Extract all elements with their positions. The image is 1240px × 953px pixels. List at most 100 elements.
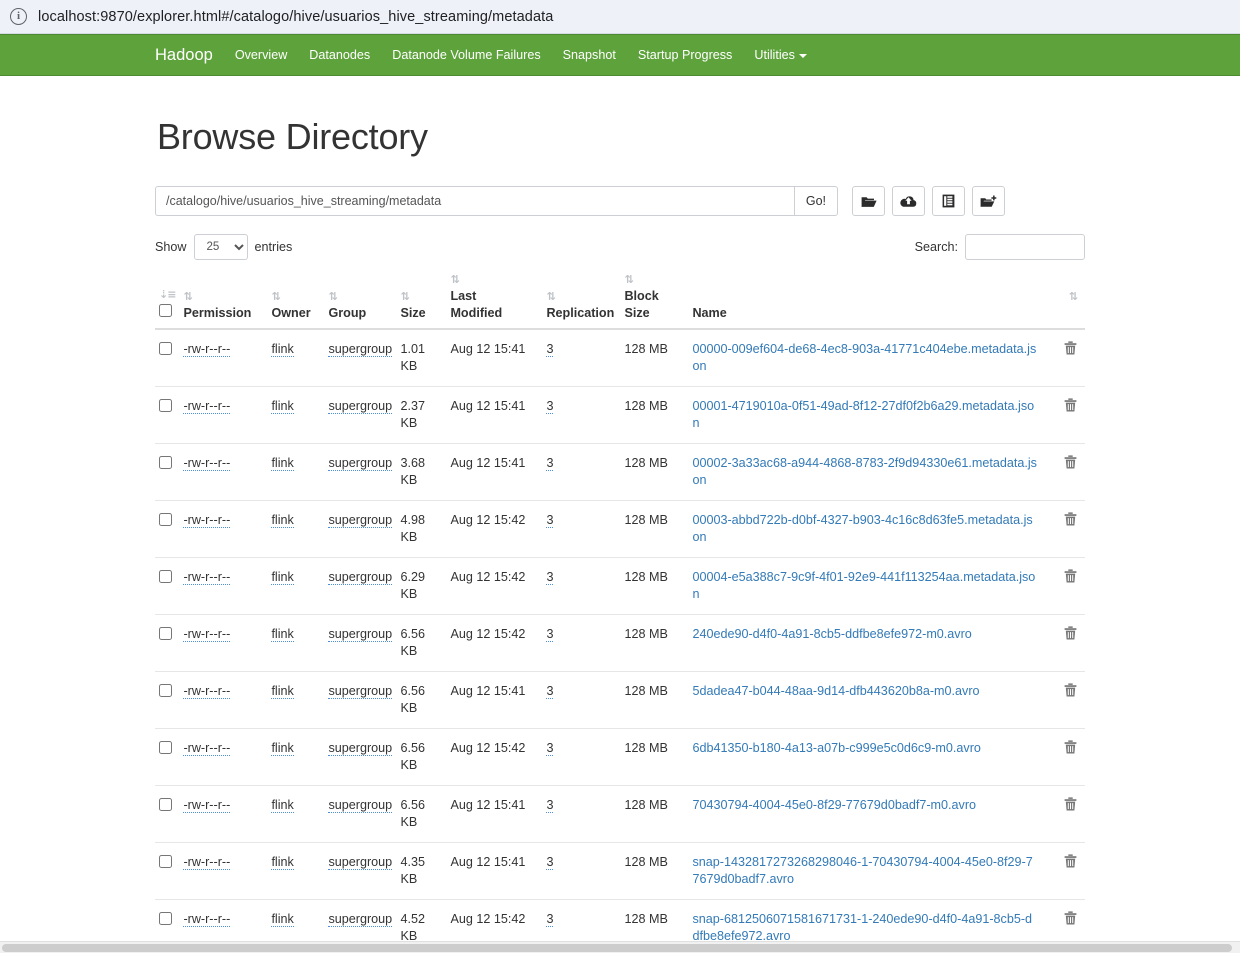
group-value[interactable]: supergroup: [328, 456, 393, 472]
url-text[interactable]: localhost:9870/explorer.html#/catalogo/h…: [38, 9, 553, 25]
file-name-link[interactable]: 240ede90-d4f0-4a91-8cb5-ddfbe8efe972-m0.…: [692, 627, 971, 641]
nav-link-overview[interactable]: Overview: [235, 48, 287, 62]
replication-value[interactable]: 3: [546, 912, 554, 928]
column-header-last-modified[interactable]: ⇅ Last Modified: [450, 272, 547, 331]
delete-file-button[interactable]: [1064, 683, 1077, 702]
row-checkbox[interactable]: [159, 513, 172, 527]
owner-value[interactable]: flink: [271, 513, 294, 529]
row-checkbox[interactable]: [159, 570, 172, 584]
column-header-actions[interactable]: ⇅: [1047, 272, 1085, 331]
select-all-checkbox[interactable]: [159, 303, 172, 317]
delete-file-button[interactable]: [1064, 512, 1077, 531]
nav-link-utilities[interactable]: Utilities: [754, 48, 807, 62]
delete-file-button[interactable]: [1064, 569, 1077, 588]
row-checkbox[interactable]: [159, 741, 172, 755]
row-checkbox[interactable]: [159, 399, 172, 413]
replication-value[interactable]: 3: [546, 456, 554, 472]
permission-value[interactable]: -rw-r--r--: [183, 513, 231, 529]
nav-link-startup-progress[interactable]: Startup Progress: [638, 48, 733, 62]
search-input[interactable]: [965, 234, 1085, 260]
permission-value[interactable]: -rw-r--r--: [183, 342, 231, 358]
row-checkbox[interactable]: [159, 855, 172, 869]
delete-file-button[interactable]: [1064, 740, 1077, 759]
permission-value[interactable]: -rw-r--r--: [183, 912, 231, 928]
permission-value[interactable]: -rw-r--r--: [183, 399, 231, 415]
delete-file-button[interactable]: [1064, 911, 1077, 930]
replication-value[interactable]: 3: [546, 684, 554, 700]
delete-file-button[interactable]: [1064, 398, 1077, 417]
replication-value[interactable]: 3: [546, 513, 554, 529]
group-value[interactable]: supergroup: [328, 342, 393, 358]
navbar-brand[interactable]: Hadoop: [155, 46, 213, 65]
delete-file-button[interactable]: [1064, 341, 1077, 360]
horizontal-scrollbar[interactable]: [0, 941, 1240, 953]
column-header-block-size[interactable]: ⇅ Block Size: [624, 272, 693, 331]
page-length-select[interactable]: 2550100: [193, 234, 248, 260]
file-name-link[interactable]: 00003-abbd722b-d0bf-4327-b903-4c16c8d63f…: [692, 513, 1032, 544]
replication-value[interactable]: 3: [546, 342, 554, 358]
nav-link-snapshot[interactable]: Snapshot: [563, 48, 616, 62]
permission-value[interactable]: -rw-r--r--: [183, 684, 231, 700]
group-value[interactable]: supergroup: [328, 399, 393, 415]
replication-value[interactable]: 3: [546, 741, 554, 757]
delete-file-button[interactable]: [1064, 797, 1077, 816]
path-input[interactable]: [155, 186, 794, 216]
replication-value[interactable]: 3: [546, 627, 554, 643]
group-value[interactable]: supergroup: [328, 684, 393, 700]
group-value[interactable]: supergroup: [328, 570, 393, 586]
owner-value[interactable]: flink: [271, 399, 294, 415]
column-header-permission[interactable]: ⇅ Permission: [183, 272, 272, 331]
row-checkbox[interactable]: [159, 456, 172, 470]
file-name-link[interactable]: snap-1432817273268298046-1-70430794-4004…: [692, 855, 1032, 886]
group-value[interactable]: supergroup: [328, 855, 393, 871]
nav-link-datanode-volume-failures[interactable]: Datanode Volume Failures: [392, 48, 540, 62]
column-header-replication[interactable]: ⇅ Replication: [546, 272, 625, 331]
group-value[interactable]: supergroup: [328, 741, 393, 757]
delete-file-button[interactable]: [1064, 854, 1077, 873]
permission-value[interactable]: -rw-r--r--: [183, 627, 231, 643]
info-circle-icon[interactable]: i: [10, 8, 27, 25]
permission-value[interactable]: -rw-r--r--: [183, 570, 231, 586]
row-checkbox[interactable]: [159, 912, 172, 926]
file-name-link[interactable]: 70430794-4004-45e0-8f29-77679d0badf7-m0.…: [692, 798, 976, 812]
new-folder-icon-button[interactable]: [972, 186, 1005, 216]
file-name-link[interactable]: 00000-009ef604-de68-4ec8-903a-41771c404e…: [692, 342, 1036, 373]
row-checkbox[interactable]: [159, 684, 172, 698]
owner-value[interactable]: flink: [271, 342, 294, 358]
column-header-group[interactable]: ⇅ Group: [328, 272, 401, 331]
permission-value[interactable]: -rw-r--r--: [183, 855, 231, 871]
cloud-upload-icon-button[interactable]: [892, 186, 925, 216]
replication-value[interactable]: 3: [546, 855, 554, 871]
permission-value[interactable]: -rw-r--r--: [183, 456, 231, 472]
delete-file-button[interactable]: [1064, 626, 1077, 645]
column-header-name[interactable]: Name: [692, 272, 1047, 331]
replication-value[interactable]: 3: [546, 399, 554, 415]
column-header-owner[interactable]: ⇅ Owner: [271, 272, 329, 331]
group-value[interactable]: supergroup: [328, 912, 393, 928]
file-name-link[interactable]: 00004-e5a388c7-9c9f-4f01-92e9-441f113254…: [692, 570, 1035, 601]
file-name-link[interactable]: snap-6812506071581671731-1-240ede90-d4f0…: [692, 912, 1032, 943]
owner-value[interactable]: flink: [271, 741, 294, 757]
group-value[interactable]: supergroup: [328, 798, 393, 814]
owner-value[interactable]: flink: [271, 912, 294, 928]
permission-value[interactable]: -rw-r--r--: [183, 741, 231, 757]
owner-value[interactable]: flink: [271, 627, 294, 643]
column-header-select-all[interactable]: ⇣≡: [155, 272, 184, 331]
file-name-link[interactable]: 00002-3a33ac68-a944-4868-8783-2f9d94330e…: [692, 456, 1037, 487]
file-name-link[interactable]: 5dadea47-b044-48aa-9d14-dfb443620b8a-m0.…: [692, 684, 979, 698]
row-checkbox[interactable]: [159, 627, 172, 641]
group-value[interactable]: supergroup: [328, 627, 393, 643]
row-checkbox[interactable]: [159, 798, 172, 812]
owner-value[interactable]: flink: [271, 684, 294, 700]
replication-value[interactable]: 3: [546, 798, 554, 814]
group-value[interactable]: supergroup: [328, 513, 393, 529]
owner-value[interactable]: flink: [271, 855, 294, 871]
go-button[interactable]: Go!: [793, 186, 838, 216]
owner-value[interactable]: flink: [271, 570, 294, 586]
column-header-size[interactable]: ⇅ Size: [400, 272, 451, 331]
nav-link-datanodes[interactable]: Datanodes: [309, 48, 370, 62]
list-view-icon-button[interactable]: [932, 186, 965, 216]
folder-open-icon-button[interactable]: [852, 186, 885, 216]
file-name-link[interactable]: 6db41350-b180-4a13-a07b-c999e5c0d6c9-m0.…: [692, 741, 980, 755]
file-name-link[interactable]: 00001-4719010a-0f51-49ad-8f12-27df0f2b6a…: [692, 399, 1034, 430]
